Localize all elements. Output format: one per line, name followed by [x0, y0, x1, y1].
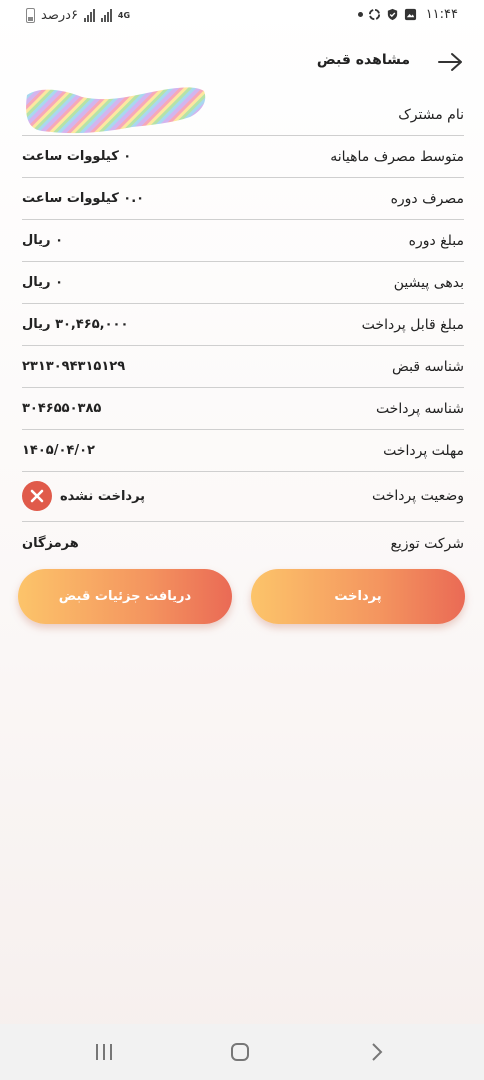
- row-payment-status: وضعیت پرداخت پرداخت نشده: [22, 472, 464, 522]
- status-bar-right: ۱۱:۴۴: [357, 7, 458, 22]
- redacted-name-scribble: [26, 87, 206, 134]
- payment-status: پرداخت نشده: [22, 481, 145, 511]
- image-icon: [404, 8, 416, 21]
- status-text: پرداخت نشده: [60, 488, 146, 504]
- row-label: شرکت توزیع: [390, 536, 464, 552]
- row-value: ۲۳۱۳۰۹۴۳۱۵۱۲۹: [22, 359, 126, 374]
- clock: ۱۱:۴۴: [425, 7, 458, 22]
- row-label: مبلغ دوره: [408, 233, 464, 249]
- row-distribution-company: شرکت توزیع هرمزگان: [22, 522, 464, 562]
- row-label: شناسه قبض: [392, 359, 464, 375]
- signal-icon: [100, 9, 112, 22]
- sync-icon: [368, 8, 380, 21]
- home-icon[interactable]: [228, 1040, 252, 1064]
- row-label: بدهی پیشین: [393, 275, 464, 291]
- row-value: هرمزگان: [22, 536, 79, 551]
- row-value: ۰ کیلووات ساعت: [22, 149, 132, 164]
- app-header: مشاهده قبض: [0, 44, 484, 84]
- unpaid-x-icon: [22, 481, 52, 511]
- row-period-amount: مبلغ دوره ۰ ریال: [22, 220, 464, 262]
- row-value: ۳۰۴۶۵۵۰۳۸۵: [22, 401, 102, 416]
- status-bar-left: ۶درصد 4G: [26, 8, 130, 23]
- row-label: نام مشترک: [398, 107, 464, 123]
- row-label: شناسه پرداخت: [375, 401, 464, 417]
- row-subscriber-name: نام مشترک: [22, 87, 464, 136]
- status-bar: ۶درصد 4G ۱۱:۴۴: [0, 0, 484, 34]
- signal-icon: [83, 9, 95, 22]
- row-average-monthly-usage: متوسط مصرف ماهیانه ۰ کیلووات ساعت: [22, 136, 464, 178]
- row-value: ۰.۰ کیلووات ساعت: [22, 191, 145, 206]
- row-label: متوسط مصرف ماهیانه: [330, 149, 464, 165]
- recent-apps-icon[interactable]: [92, 1040, 116, 1064]
- bill-details: نام مشترک متوسط مصرف ماهیانه ۰ کیلووات س…: [22, 87, 464, 562]
- row-label: مبلغ قابل پرداخت: [361, 317, 464, 333]
- battery-text: ۶درصد: [41, 8, 78, 23]
- shield-check-icon: [387, 8, 397, 21]
- row-payment-id: شناسه پرداخت ۳۰۴۶۵۵۰۳۸۵: [22, 388, 464, 430]
- row-label: مصرف دوره: [390, 191, 464, 207]
- row-value: ۰ ریال: [22, 233, 63, 248]
- row-label: مهلت پرداخت: [383, 443, 464, 459]
- page-title: مشاهده قبض: [316, 52, 410, 68]
- get-bill-details-button[interactable]: دریافت جزئیات قبض: [18, 569, 232, 624]
- arrow-back-icon[interactable]: [436, 50, 464, 74]
- battery-icon: [26, 8, 35, 23]
- row-value: ۰ ریال: [22, 275, 63, 290]
- row-bill-id: شناسه قبض ۲۳۱۳۰۹۴۳۱۵۱۲۹: [22, 346, 464, 388]
- dot-icon: [357, 12, 363, 17]
- row-payable-amount: مبلغ قابل پرداخت ۳۰,۴۶۵,۰۰۰ ریال: [22, 304, 464, 346]
- network-4g-icon: 4G: [117, 10, 131, 20]
- system-navigation-bar: [0, 1024, 484, 1080]
- row-label: وضعیت پرداخت: [372, 488, 464, 504]
- row-value: ۱۴۰۵/۰۴/۰۲: [22, 443, 95, 458]
- row-payment-deadline: مهلت پرداخت ۱۴۰۵/۰۴/۰۲: [22, 430, 464, 472]
- row-previous-debt: بدهی پیشین ۰ ریال: [22, 262, 464, 304]
- row-period-usage: مصرف دوره ۰.۰ کیلووات ساعت: [22, 178, 464, 220]
- back-chevron-icon[interactable]: [364, 1040, 388, 1064]
- row-value: ۳۰,۴۶۵,۰۰۰ ریال: [22, 317, 129, 332]
- pay-button[interactable]: پرداخت: [251, 569, 465, 624]
